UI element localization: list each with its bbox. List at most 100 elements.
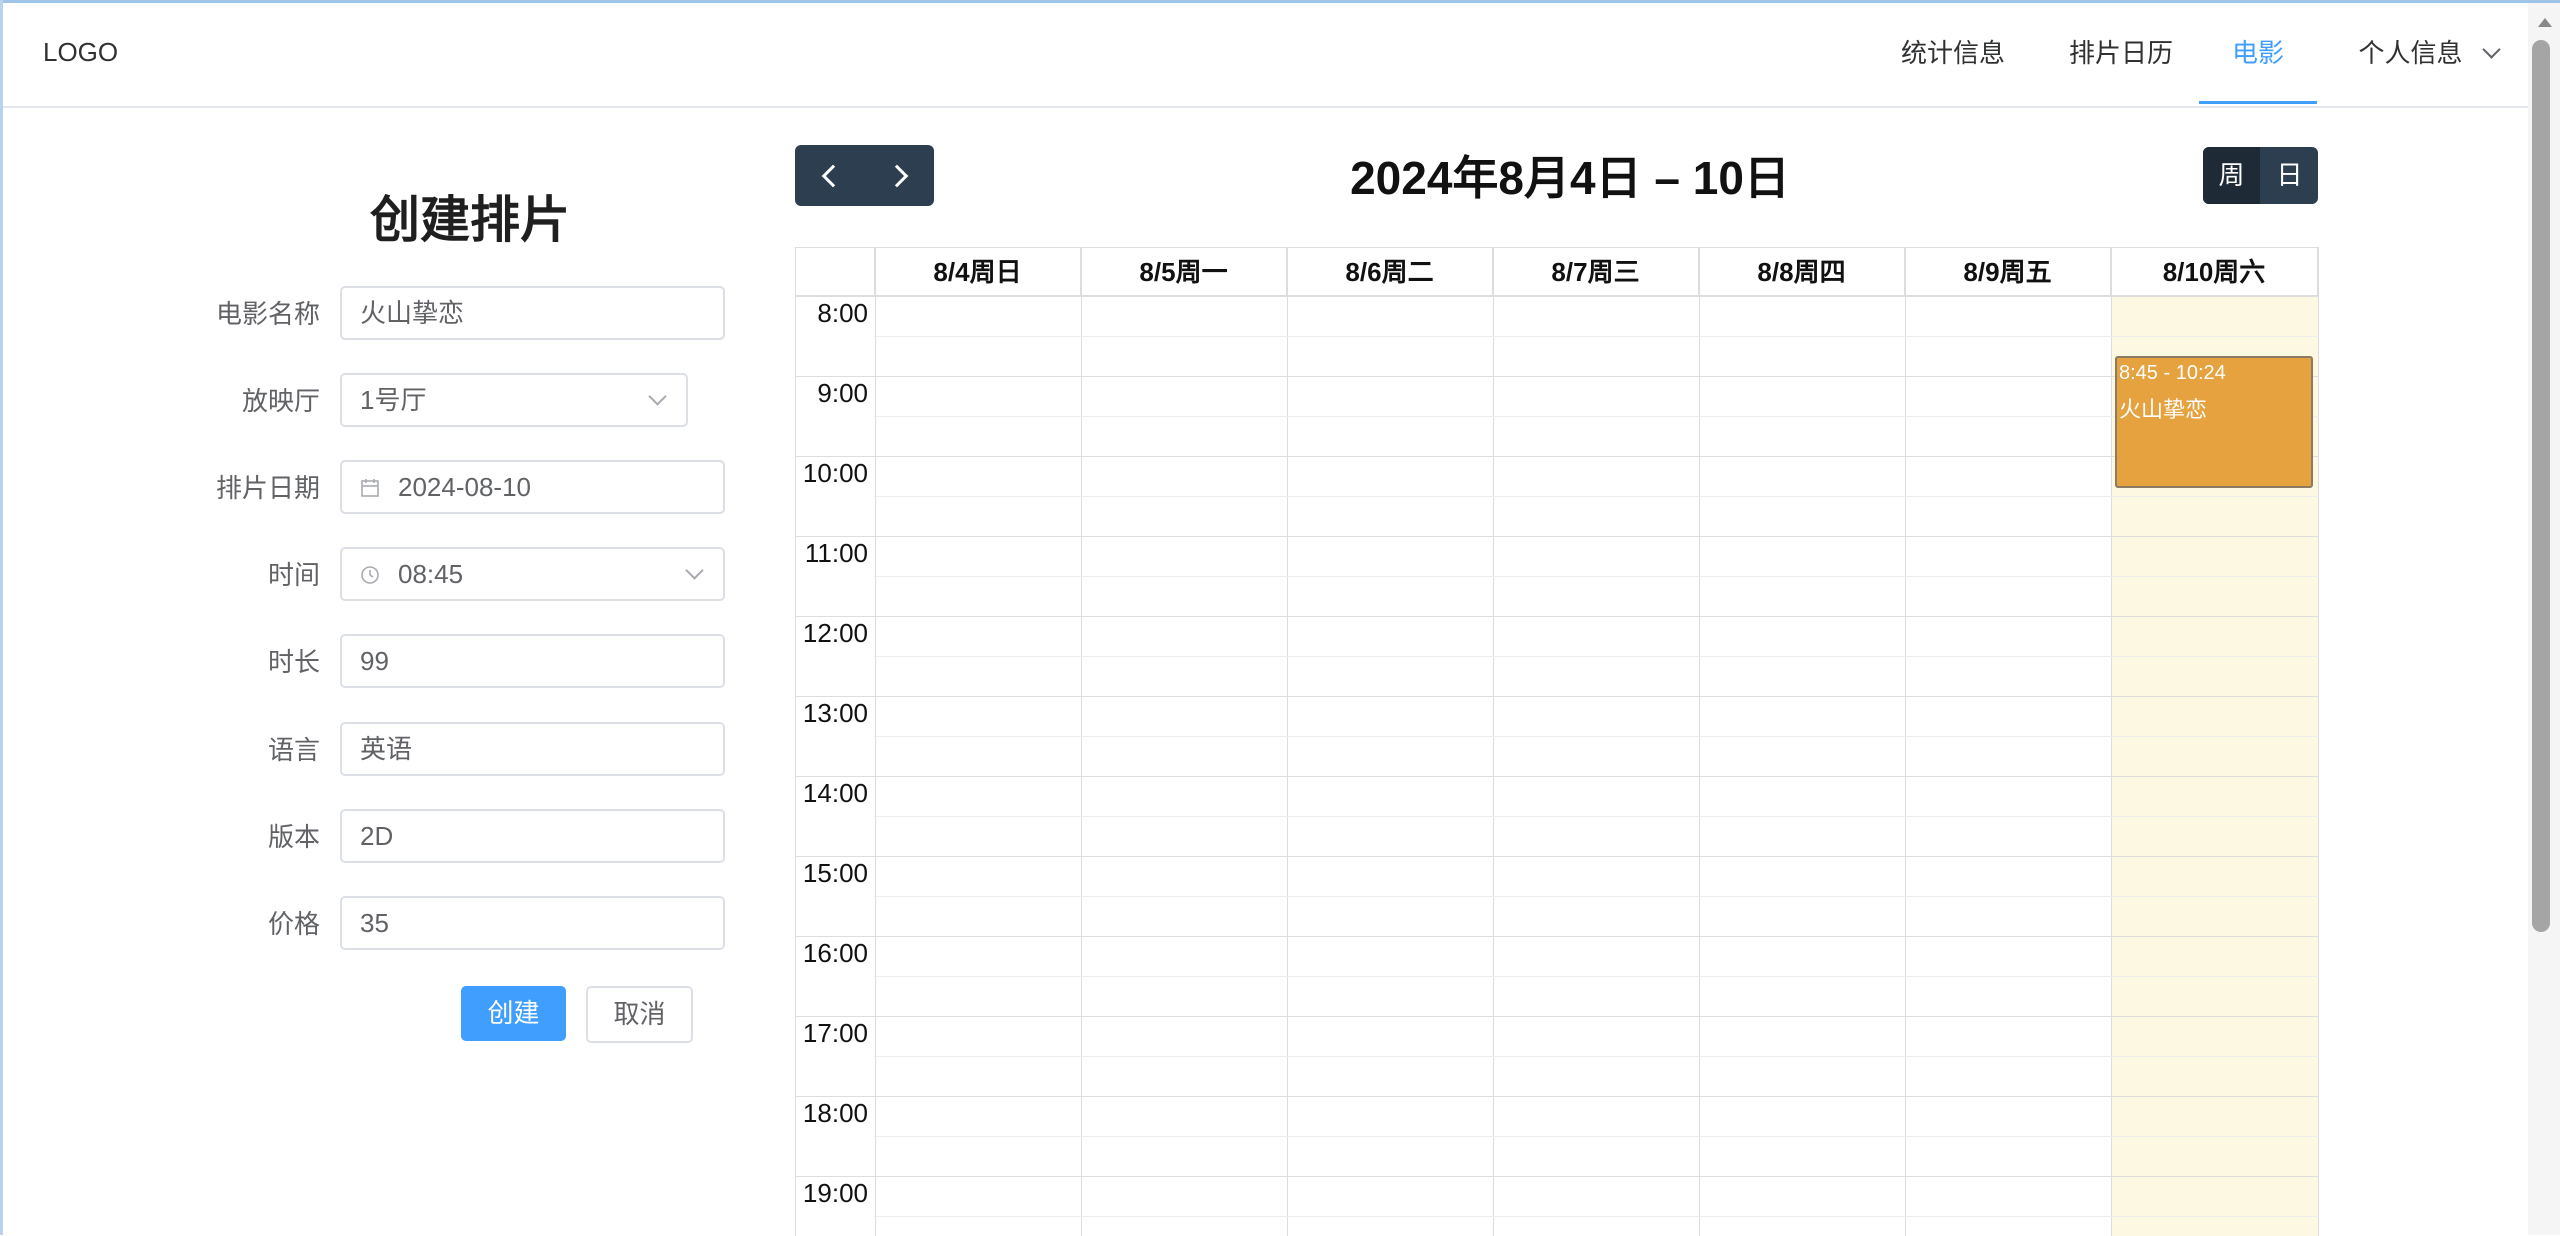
grid-half-hour-line [874, 1216, 2319, 1217]
time-label: 8:00 [817, 298, 868, 328]
chevron-right-icon [885, 164, 909, 188]
date-picker[interactable]: 2024-08-10 [340, 460, 725, 514]
grid-hour-line [796, 856, 2319, 857]
grid-half-hour-line [874, 1056, 2319, 1057]
language-input[interactable]: 英语 [340, 722, 725, 776]
week-calendar-grid: 8/4周日 8/5周一 8/6周二 8/7周三 8/8周四 8/9周五 8/10… [795, 247, 2319, 1236]
grid-hour-line [796, 296, 2319, 297]
movie-name-input[interactable]: 火山挚恋 [340, 286, 725, 340]
time-label: 18:00 [802, 1098, 868, 1128]
grid-half-hour-line [874, 656, 2319, 657]
nav-schedule-calendar[interactable]: 排片日历 [2051, 3, 2191, 104]
grid-half-hour-line [874, 496, 2319, 497]
cancel-button[interactable]: 取消 [586, 986, 693, 1043]
duration-input[interactable]: 99 [340, 634, 725, 688]
day-header: 8/5周一 [1081, 248, 1287, 296]
nav-movies[interactable]: 电影 [2199, 3, 2317, 104]
grid-half-hour-line [874, 576, 2319, 577]
grid-column-line [1905, 248, 1906, 1236]
day-view-button[interactable]: 日 [2261, 147, 2318, 204]
window-left-border [0, 0, 3, 1235]
calendar-icon [361, 479, 379, 497]
week-view-button[interactable]: 周 [2203, 147, 2260, 204]
chevron-left-icon [821, 164, 845, 188]
label-version: 版本 [267, 822, 320, 852]
day-header: 8/4周日 [875, 248, 1081, 296]
grid-hour-line [796, 376, 2319, 377]
clock-icon [361, 566, 379, 584]
grid-half-hour-line [874, 896, 2319, 897]
label-movie-name: 电影名称 [215, 299, 320, 329]
form-title: 创建排片 [370, 192, 570, 248]
grid-hour-line [796, 1016, 2319, 1017]
time-select[interactable]: 08:45 [340, 547, 725, 601]
grid-column-line [875, 248, 876, 1236]
price-input[interactable]: 35 [340, 896, 725, 950]
grid-hour-line [796, 936, 2319, 937]
label-date: 排片日期 [215, 473, 320, 503]
hall-select-value: 1号厅 [360, 385, 427, 415]
grid-hour-line [796, 616, 2319, 617]
time-label: 16:00 [802, 938, 868, 968]
day-header: 8/9周五 [1905, 248, 2111, 296]
prev-week-button[interactable] [795, 145, 864, 206]
nav-statistics[interactable]: 统计信息 [1883, 3, 2023, 104]
scrollbar-thumb[interactable] [2532, 40, 2550, 932]
grid-hour-line [796, 696, 2319, 697]
day-header: 8/6周二 [1287, 248, 1493, 296]
chevron-down-icon [685, 561, 704, 580]
grid-hour-line [796, 1096, 2319, 1097]
calendar-nav-group [795, 145, 934, 206]
event-time: 8:45 - 10:24 [2119, 362, 2226, 384]
time-label: 14:00 [802, 778, 868, 808]
time-label: 12:00 [802, 618, 868, 648]
time-label: 15:00 [802, 858, 868, 888]
day-header: 8/7周三 [1493, 248, 1699, 296]
label-language: 语言 [267, 735, 320, 765]
grid-half-hour-line [874, 976, 2319, 977]
grid-column-line [1287, 248, 1288, 1236]
grid-hour-line [796, 536, 2319, 537]
logo: LOGO [43, 37, 119, 67]
grid-half-hour-line [874, 336, 2319, 337]
grid-column-line [1699, 248, 1700, 1236]
time-label: 9:00 [817, 378, 868, 408]
time-value: 08:45 [398, 559, 464, 589]
event-title: 火山挚恋 [2119, 397, 2208, 422]
time-label: 17:00 [802, 1018, 868, 1048]
grid-column-line [2318, 248, 2319, 1236]
next-week-button[interactable] [865, 145, 934, 206]
time-label: 10:00 [802, 458, 868, 488]
grid-column-line [1081, 248, 1082, 1236]
grid-column-line [2111, 248, 2112, 1236]
create-button[interactable]: 创建 [461, 986, 566, 1041]
nav-profile-label: 个人信息 [2358, 38, 2463, 68]
grid-half-hour-line [874, 416, 2319, 417]
version-input[interactable]: 2D [340, 809, 725, 863]
grid-column-line [1493, 248, 1494, 1236]
time-axis-header [796, 248, 875, 296]
schedule-event[interactable]: 8:45 - 10:24 火山挚恋 [2115, 356, 2313, 488]
label-duration: 时长 [267, 647, 320, 677]
date-value: 2024-08-10 [398, 472, 531, 502]
grid-hour-line [796, 776, 2319, 777]
label-price: 价格 [267, 909, 320, 939]
calendar-title: 2024年8月4日 – 10日 [1350, 152, 1790, 204]
grid-hour-line [796, 456, 2319, 457]
grid-half-hour-line [874, 736, 2319, 737]
day-header: 8/8周四 [1699, 248, 1905, 296]
view-toggle-group: 周 日 [2203, 147, 2318, 204]
time-label: 13:00 [802, 698, 868, 728]
day-header: 8/10周六 [2111, 248, 2318, 296]
top-navbar: LOGO 统计信息 排片日历 电影 个人信息 [3, 3, 2528, 108]
label-time: 时间 [267, 560, 320, 590]
grid-hour-line [796, 1176, 2319, 1177]
grid-half-hour-line [874, 1136, 2319, 1137]
nav-profile[interactable]: 个人信息 [2348, 3, 2508, 104]
label-hall: 放映厅 [241, 386, 320, 416]
hall-select[interactable]: 1号厅 [340, 373, 688, 427]
scroll-up-arrow-icon[interactable] [2538, 18, 2552, 27]
grid-half-hour-line [874, 816, 2319, 817]
time-label: 19:00 [802, 1178, 868, 1208]
chevron-down-icon [2481, 40, 2501, 59]
